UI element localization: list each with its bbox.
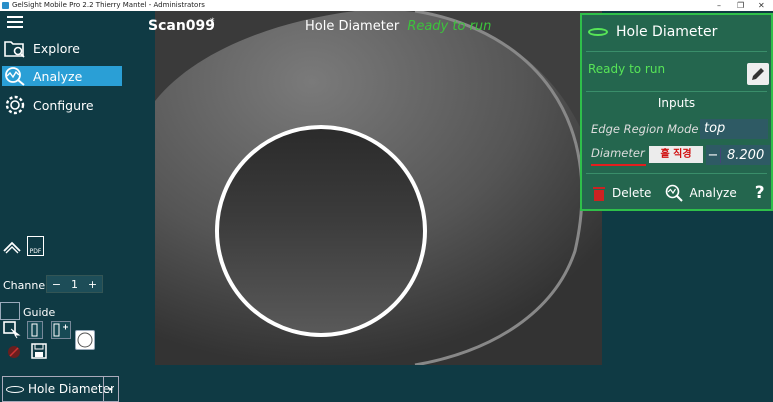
ellipse-icon: [588, 28, 608, 36]
panel-status: Ready to run: [588, 62, 666, 76]
maximize-button[interactable]: ❐: [737, 0, 744, 11]
gear-icon: [2, 94, 28, 116]
ruler-tool-icon[interactable]: [27, 321, 43, 339]
nav-item-analyze[interactable]: Analyze: [2, 66, 122, 86]
nav-item-explore[interactable]: Explore: [2, 38, 122, 58]
window-titlebar: GelSight Mobile Pro 2.2 Thierry Mantel -…: [0, 0, 773, 11]
scan-name: Scan099: [148, 18, 216, 34]
tool-header-name: Hole Diameter: [305, 19, 400, 34]
diameter-value[interactable]: 8.200: [727, 148, 764, 163]
help-button[interactable]: ?: [755, 183, 765, 203]
modified-indicator: *: [210, 17, 215, 27]
analyze-button[interactable]: Analyze: [665, 184, 737, 202]
minimize-button[interactable]: –: [717, 0, 721, 11]
scan-image-view[interactable]: [155, 11, 602, 365]
panel-title: Hole Diameter: [616, 24, 718, 40]
guide-label: Guide: [23, 306, 56, 319]
menu-icon[interactable]: [7, 13, 23, 31]
close-button[interactable]: ✕: [758, 0, 765, 11]
window-title: GelSight Mobile Pro 2.2 Thierry Mantel -…: [12, 1, 205, 9]
diameter-label: Diameter: [591, 146, 645, 160]
analyze-icon: [2, 66, 28, 86]
render-3d-icon[interactable]: [3, 239, 21, 255]
ellipse-icon: [6, 385, 24, 393]
diameter-decrement-button[interactable]: −: [706, 147, 721, 163]
annotation-underline: [591, 164, 646, 166]
channel-increment-button[interactable]: +: [88, 278, 97, 291]
edge-region-select[interactable]: top: [700, 119, 768, 139]
pdf-icon[interactable]: PDF: [27, 236, 44, 256]
explore-icon: [2, 38, 28, 58]
delete-label: Delete: [612, 186, 652, 200]
tool-header: Hole Diameter Ready to run: [305, 19, 491, 34]
edge-region-label: Edge Region Mode: [591, 122, 699, 136]
no-camera-icon[interactable]: [7, 344, 21, 358]
guide-checkbox[interactable]: [0, 302, 20, 320]
channel-stepper: − 1 +: [46, 275, 103, 293]
panel-header: Hole Diameter: [582, 15, 771, 49]
select-tool-icon[interactable]: [3, 321, 21, 339]
tool-select-value: Hole Diameter: [28, 382, 114, 396]
delete-button[interactable]: Delete: [592, 185, 651, 201]
edit-button[interactable]: [747, 63, 769, 85]
channel-value: 1: [70, 277, 78, 291]
circle-tool-icon[interactable]: [75, 330, 95, 350]
panel-actions: Delete Analyze ?: [582, 183, 771, 203]
sidebar: Explore Analyze Configure PDF Channel − …: [0, 11, 155, 402]
divider: [586, 51, 767, 52]
trash-icon: [593, 187, 605, 201]
tool-select-dropdown[interactable]: Hole Diameter ▸: [2, 376, 119, 402]
nav-label: Explore: [33, 40, 80, 56]
nav-label: Analyze: [33, 68, 83, 84]
nav-label: Configure: [33, 97, 94, 113]
nav-item-configure[interactable]: Configure: [2, 95, 122, 115]
pdf-label: PDF: [29, 248, 42, 255]
app-icon: [2, 2, 9, 9]
dropdown-arrow-icon[interactable]: ▸: [103, 377, 118, 401]
analyze-label: Analyze: [689, 186, 737, 200]
channel-label: Channel: [3, 279, 49, 292]
diameter-stepper: − 8.200: [706, 145, 770, 165]
channel-decrement-button[interactable]: −: [52, 278, 61, 291]
diameter-annotation: 홀 직경: [649, 146, 703, 163]
divider: [586, 91, 767, 92]
inputs-heading: Inputs: [657, 96, 696, 110]
analyze-icon: [666, 184, 684, 202]
add-ruler-tool-icon[interactable]: [51, 321, 71, 339]
scan-image: [155, 11, 602, 365]
tool-panel: Hole Diameter Ready to run Inputs Edge R…: [580, 13, 773, 211]
divider: [586, 173, 767, 174]
pencil-icon: [752, 68, 764, 80]
save-icon[interactable]: [31, 343, 47, 359]
tool-header-status: Ready to run: [407, 19, 492, 34]
